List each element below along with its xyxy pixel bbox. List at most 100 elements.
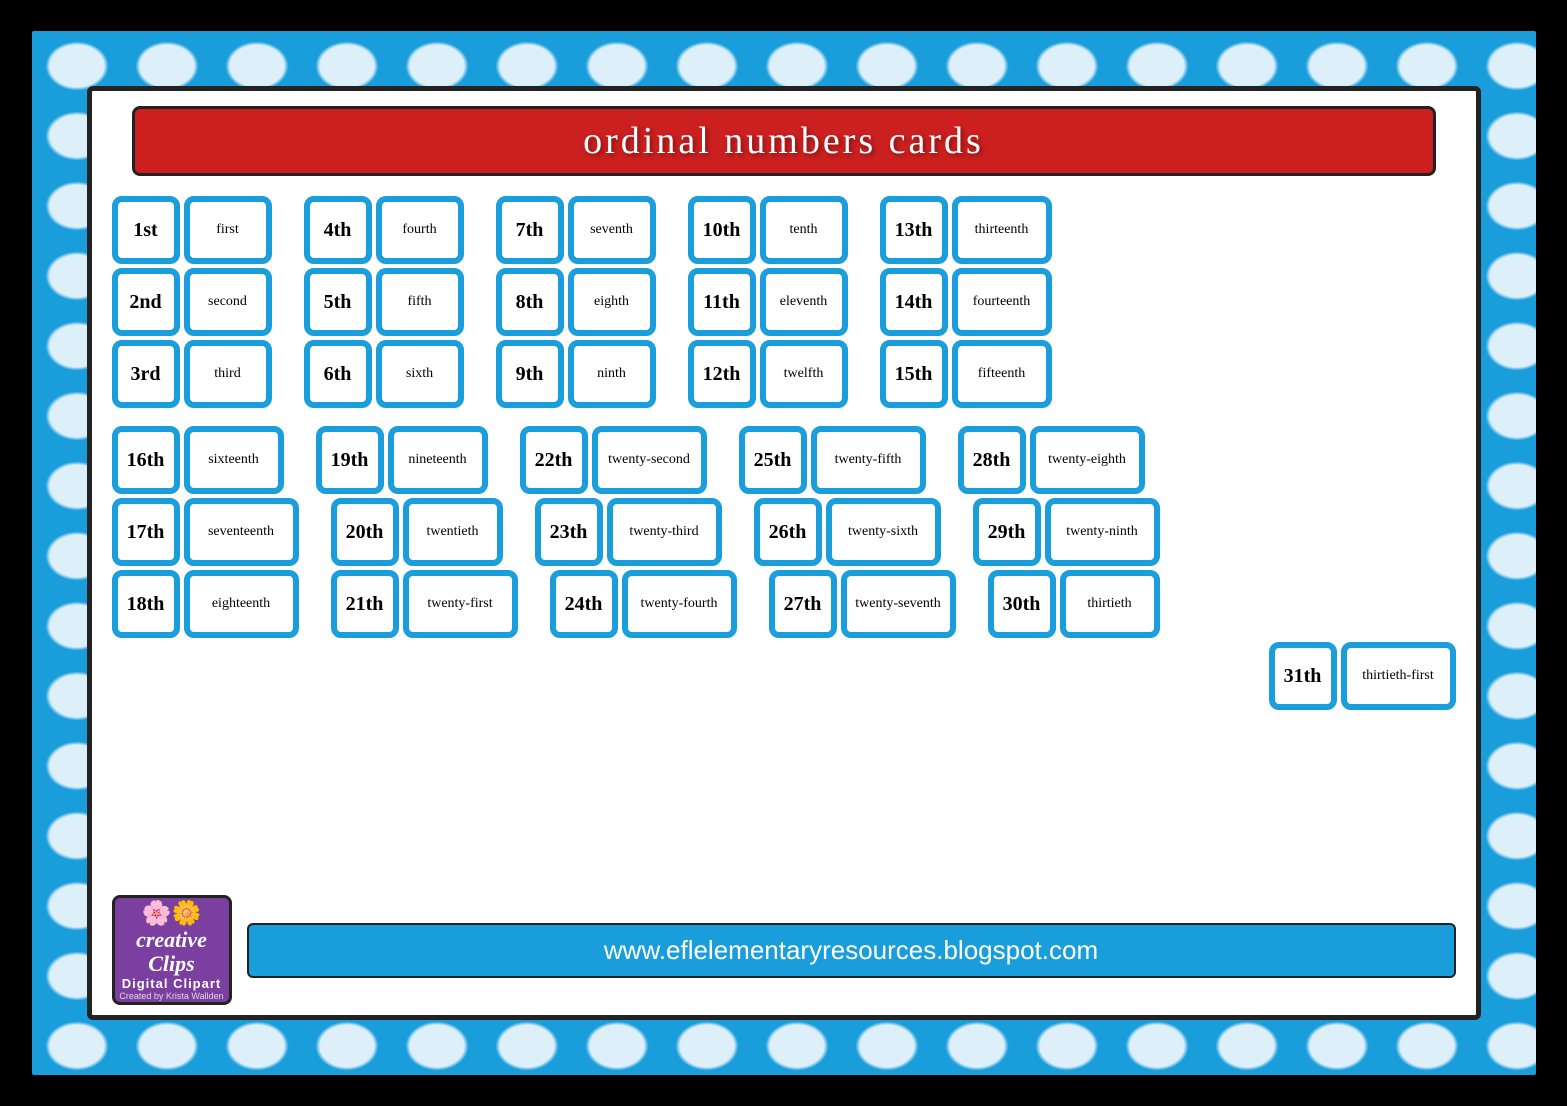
card-thirtieth-first: thirtieth-first	[1341, 642, 1456, 710]
cards-row-1: 1st first 4th fourth 7th seventh	[112, 196, 1456, 264]
card-28th: 28th	[958, 426, 1026, 494]
group-25: 25th twenty-fifth	[739, 426, 926, 494]
group-20: 20th twentieth	[331, 498, 503, 566]
card-thirteenth: thirteenth	[952, 196, 1052, 264]
title-banner: ordinal numbers cards	[132, 106, 1436, 176]
card-25th: 25th	[739, 426, 807, 494]
group-7: 7th seventh	[496, 196, 656, 264]
cards-row-2: 2nd second 5th fifth 8th eighth 11th ele…	[112, 268, 1456, 336]
group-4: 4th fourth	[304, 196, 464, 264]
group-10: 10th tenth	[688, 196, 848, 264]
website-banner: www.eflelementaryresources.blogspot.com	[247, 923, 1456, 978]
group-15: 15th fifteenth	[880, 340, 1052, 408]
card-22th: 22th	[520, 426, 588, 494]
card-twenty-third: twenty-third	[607, 498, 722, 566]
card-26th: 26th	[754, 498, 822, 566]
group-8: 8th eighth	[496, 268, 656, 336]
group-14: 14th fourteenth	[880, 268, 1052, 336]
group-28: 28th twenty-eighth	[958, 426, 1145, 494]
group-5: 5th fifth	[304, 268, 464, 336]
card-nineteenth: nineteenth	[388, 426, 488, 494]
group-24: 24th twenty-fourth	[550, 570, 737, 638]
footer-area: 🌸🌼 creativeClips Digital Clipart Created…	[112, 895, 1456, 1005]
card-2nd: 2nd	[112, 268, 180, 336]
group-29: 29th twenty-ninth	[973, 498, 1160, 566]
group-16: 16th sixteenth	[112, 426, 284, 494]
logo-flowers: 🌸🌼	[142, 899, 202, 928]
card-20th: 20th	[331, 498, 399, 566]
card-10th: 10th	[688, 196, 756, 264]
outer-border: ordinal numbers cards 1st first 4th four…	[24, 23, 1544, 1083]
card-twenty-seventh: twenty-seventh	[841, 570, 956, 638]
cards-row-7: 31th thirtieth-first	[112, 642, 1456, 710]
group-23: 23th twenty-third	[535, 498, 722, 566]
card-15th: 15th	[880, 340, 948, 408]
card-second: second	[184, 268, 272, 336]
card-5th: 5th	[304, 268, 372, 336]
card-23th: 23th	[535, 498, 603, 566]
card-8th: 8th	[496, 268, 564, 336]
card-seventeenth: seventeenth	[184, 498, 299, 566]
card-9th: 9th	[496, 340, 564, 408]
card-31th: 31th	[1269, 642, 1337, 710]
card-13th: 13th	[880, 196, 948, 264]
group-17: 17th seventeenth	[112, 498, 299, 566]
cards-row-5: 17th seventeenth 20th twentieth 23th twe…	[112, 498, 1456, 566]
group-6: 6th sixth	[304, 340, 464, 408]
group-21: 21th twenty-first	[331, 570, 518, 638]
card-eleventh: eleventh	[760, 268, 848, 336]
card-11th: 11th	[688, 268, 756, 336]
page-title: ordinal numbers cards	[583, 119, 984, 163]
card-eighteenth: eighteenth	[184, 570, 299, 638]
card-twenty-sixth: twenty-sixth	[826, 498, 941, 566]
logo-credit: Created by Krista Wallden	[119, 991, 223, 1001]
card-27th: 27th	[769, 570, 837, 638]
card-fifth: fifth	[376, 268, 464, 336]
card-29th: 29th	[973, 498, 1041, 566]
group-12: 12th twelfth	[688, 340, 848, 408]
website-url: www.eflelementaryresources.blogspot.com	[604, 935, 1098, 966]
card-ninth: ninth	[568, 340, 656, 408]
card-twentieth: twentieth	[403, 498, 503, 566]
card-3rd: 3rd	[112, 340, 180, 408]
card-1st: 1st	[112, 196, 180, 264]
card-sixteenth: sixteenth	[184, 426, 284, 494]
card-thirtieth: thirtieth	[1060, 570, 1160, 638]
group-26: 26th twenty-sixth	[754, 498, 941, 566]
cards-area: 1st first 4th fourth 7th seventh	[112, 196, 1456, 935]
group-13: 13th thirteenth	[880, 196, 1052, 264]
card-twelfth: twelfth	[760, 340, 848, 408]
group-31: 31th thirtieth-first	[1269, 642, 1456, 710]
cards-row-4: 16th sixteenth 19th nineteenth 22th twen…	[112, 426, 1456, 494]
card-12th: 12th	[688, 340, 756, 408]
card-sixth: sixth	[376, 340, 464, 408]
card-twenty-ninth: twenty-ninth	[1045, 498, 1160, 566]
group-3: 3rd third	[112, 340, 272, 408]
card-fifteenth: fifteenth	[952, 340, 1052, 408]
card-30th: 30th	[988, 570, 1056, 638]
inner-content: ordinal numbers cards 1st first 4th four…	[87, 86, 1481, 1020]
card-seventh: seventh	[568, 196, 656, 264]
card-first: first	[184, 196, 272, 264]
card-twenty-eighth: twenty-eighth	[1030, 426, 1145, 494]
group-22: 22th twenty-second	[520, 426, 707, 494]
card-7th: 7th	[496, 196, 564, 264]
cards-row-6: 18th eighteenth 21th twenty-first 24th t…	[112, 570, 1456, 638]
group-9: 9th ninth	[496, 340, 656, 408]
card-14th: 14th	[880, 268, 948, 336]
logo-box: 🌸🌼 creativeClips Digital Clipart Created…	[112, 895, 232, 1005]
card-tenth: tenth	[760, 196, 848, 264]
logo-main-text: creativeClips	[136, 928, 207, 976]
card-6th: 6th	[304, 340, 372, 408]
card-third: third	[184, 340, 272, 408]
group-27: 27th twenty-seventh	[769, 570, 956, 638]
card-fourth: fourth	[376, 196, 464, 264]
card-16th: 16th	[112, 426, 180, 494]
card-twenty-fifth: twenty-fifth	[811, 426, 926, 494]
group-2: 2nd second	[112, 268, 272, 336]
card-twenty-first: twenty-first	[403, 570, 518, 638]
cards-row-3: 3rd third 6th sixth 9th ninth 12th twelf…	[112, 340, 1456, 408]
group-1-3: 1st first	[112, 196, 272, 264]
card-18th: 18th	[112, 570, 180, 638]
logo-sub-text: Digital Clipart	[122, 976, 222, 991]
